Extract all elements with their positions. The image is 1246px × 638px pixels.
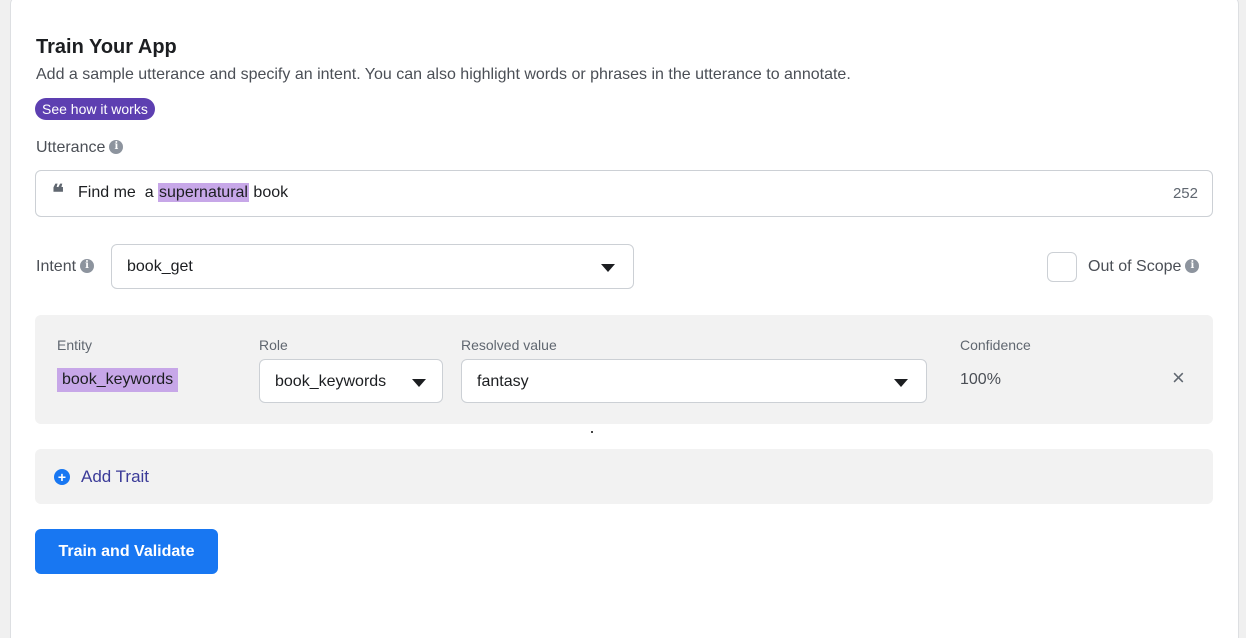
caret-down-icon (601, 264, 615, 272)
role-select[interactable]: book_keywords (259, 359, 443, 403)
add-trait-label[interactable]: Add Trait (81, 467, 149, 487)
role-header: Role (259, 337, 288, 353)
plus-circle-icon: + (54, 469, 70, 485)
close-icon[interactable]: × (1172, 367, 1185, 389)
confidence-header: Confidence (960, 337, 1031, 353)
utterance-text[interactable]: Find me a supernatural book (78, 183, 289, 202)
utterance-label: Utterance i (36, 139, 124, 157)
resolved-value-header: Resolved value (461, 337, 557, 353)
out-of-scope-label: Out of Scope i (1088, 258, 1200, 276)
role-value: book_keywords (275, 373, 387, 390)
info-icon[interactable]: i (109, 140, 124, 154)
utterance-text-after: book (248, 184, 289, 201)
intent-value: book_get (127, 258, 193, 275)
add-trait-row[interactable]: + Add Trait (35, 449, 1213, 504)
out-of-scope-label-text: Out of Scope (1088, 258, 1182, 275)
utterance-highlight[interactable]: supernatural (158, 183, 249, 202)
quote-icon: ❝ (52, 180, 64, 206)
utterance-text-before: Find me a (78, 184, 159, 201)
page-title: Train Your App (36, 36, 177, 58)
intent-label-text: Intent (36, 258, 77, 275)
resolved-value-select[interactable]: fantasy (461, 359, 927, 403)
divider-dot (591, 431, 593, 433)
entity-header: Entity (57, 337, 93, 353)
utterance-input[interactable]: ❝ Find me a supernatural book 252 (35, 170, 1213, 217)
caret-down-icon (894, 379, 908, 387)
caret-down-icon (412, 379, 426, 387)
entity-name-tag[interactable]: book_keywords (57, 368, 179, 392)
intent-select[interactable]: book_get (111, 244, 634, 289)
info-icon[interactable]: i (80, 259, 95, 273)
info-icon[interactable]: i (1185, 259, 1200, 273)
intent-label: Intent i (36, 258, 95, 276)
train-and-validate-button[interactable]: Train and Validate (35, 529, 218, 574)
utterance-label-text: Utterance (36, 139, 106, 156)
out-of-scope-checkbox[interactable] (1047, 252, 1077, 282)
see-how-it-works-link[interactable]: See how it works (35, 98, 155, 120)
character-count: 252 (1172, 185, 1198, 202)
entity-row: Entity Role Resolved value Confidence bo… (35, 315, 1213, 424)
page-subtitle: Add a sample utterance and specify an in… (36, 66, 851, 83)
resolved-value: fantasy (477, 373, 529, 390)
confidence-value: 100% (960, 371, 1001, 388)
